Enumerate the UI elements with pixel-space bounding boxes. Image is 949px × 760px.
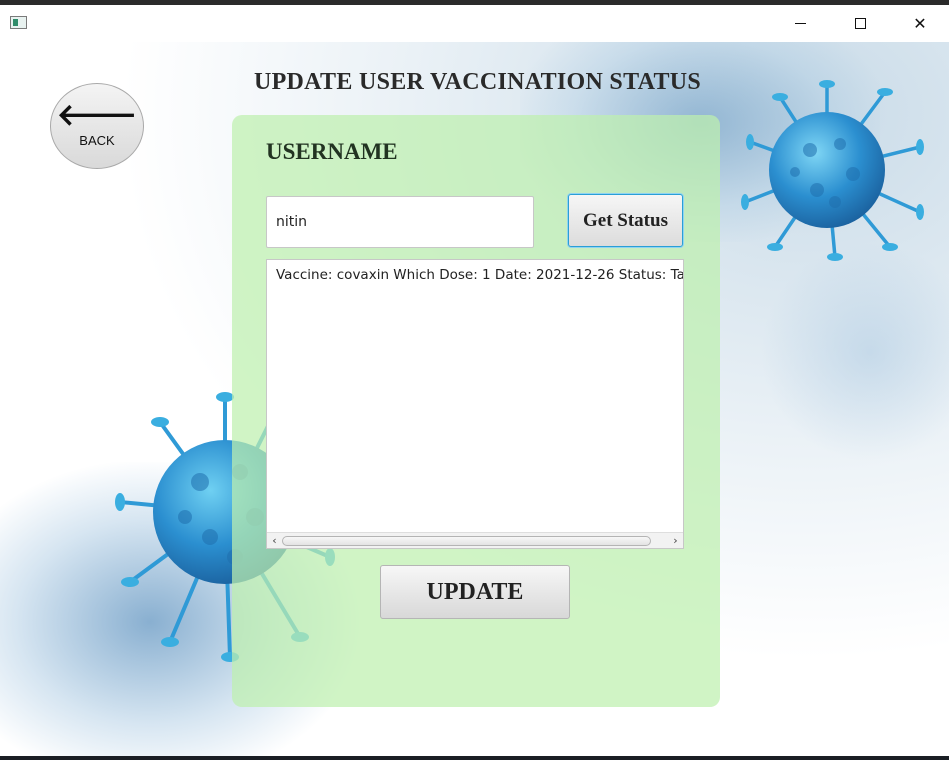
status-text: Vaccine: covaxin Which Dose: 1 Date: 202… xyxy=(276,267,684,283)
minimize-button[interactable] xyxy=(771,5,829,42)
page-title: UPDATE USER VACCINATION STATUS xyxy=(253,69,702,95)
scrollbar-thumb[interactable] xyxy=(282,536,651,546)
close-icon: ✕ xyxy=(913,15,927,33)
status-textarea[interactable]: Vaccine: covaxin Which Dose: 1 Date: 202… xyxy=(266,259,684,549)
maximize-button[interactable] xyxy=(831,5,889,42)
scroll-right-arrow-icon[interactable]: › xyxy=(668,533,683,548)
minimize-icon xyxy=(794,23,806,24)
virus-illustration xyxy=(741,80,924,261)
username-label: USERNAME xyxy=(266,139,398,164)
back-label: BACK xyxy=(79,132,115,148)
horizontal-scrollbar[interactable]: ‹ › xyxy=(267,532,683,548)
background-blur xyxy=(760,242,949,462)
arrow-left-icon: 🡐 xyxy=(56,97,138,133)
scroll-left-arrow-icon[interactable]: ‹ xyxy=(267,533,282,548)
form-panel: USERNAME Get Status Vaccine: covaxin Whi… xyxy=(232,115,720,707)
maximize-icon xyxy=(854,18,866,29)
app-content: 🡐 BACK UPDATE USER VACCINATION STATUS US… xyxy=(0,42,949,756)
username-input[interactable] xyxy=(266,196,534,248)
window-titlebar[interactable]: ✕ xyxy=(0,5,949,42)
get-status-button[interactable]: Get Status xyxy=(568,194,683,247)
screen-bottom-edge xyxy=(0,756,949,760)
update-button[interactable]: UPDATE xyxy=(380,565,570,619)
app-icon xyxy=(10,16,27,29)
close-button[interactable]: ✕ xyxy=(891,5,949,42)
